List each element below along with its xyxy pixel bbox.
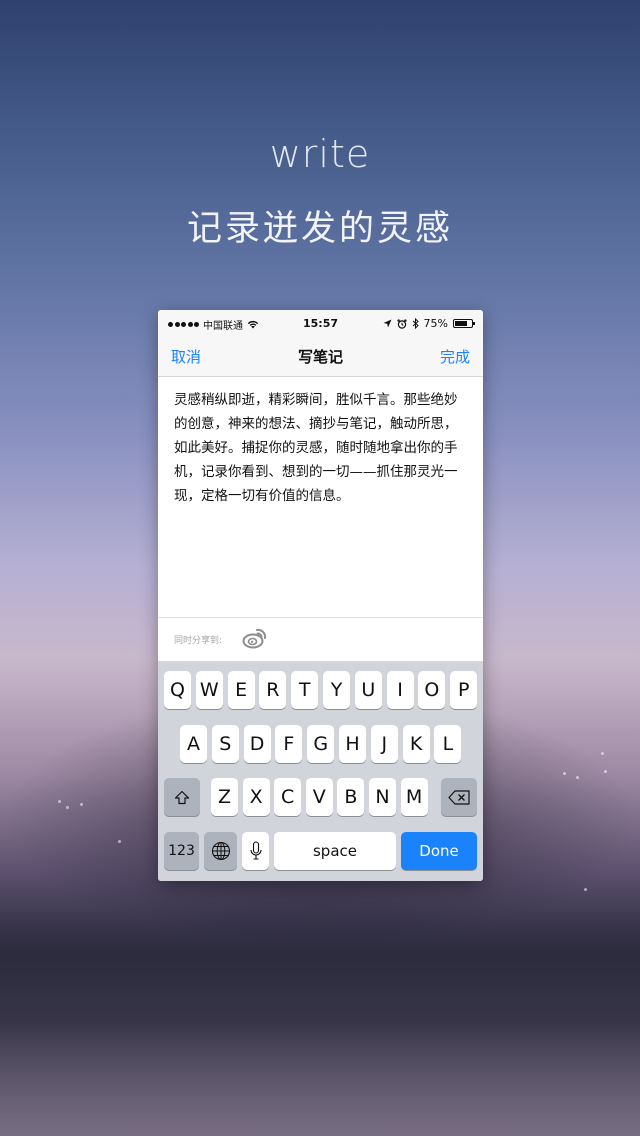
key-n[interactable]: N	[369, 778, 396, 816]
microphone-key[interactable]	[242, 832, 269, 870]
hero-subtitle: 记录迸发的灵感	[186, 209, 453, 249]
page-title: 写笔记	[297, 348, 343, 366]
background-light-dot	[118, 840, 121, 843]
navigation-bar: 取消 写笔记 完成	[158, 336, 483, 377]
key-h[interactable]: H	[339, 725, 366, 763]
done-key[interactable]: Done	[401, 832, 477, 870]
shift-arrow-icon	[174, 790, 190, 804]
phone-screen: 中国联通 15:57 75% 取消 写笔记 完成 灵感稍纵即逝，精彩瞬间，胜似千…	[158, 310, 483, 881]
background-light-dot	[563, 772, 566, 775]
key-o[interactable]: O	[418, 671, 446, 709]
key-w[interactable]: W	[195, 671, 223, 709]
key-f[interactable]: F	[275, 725, 303, 763]
keyboard: QWERTYUIOP ASDFGHJKL ZXCVBNM 123 space D…	[158, 661, 483, 881]
background-light-dot	[576, 776, 579, 779]
key-k[interactable]: K	[402, 725, 430, 763]
key-p[interactable]: P	[450, 671, 478, 709]
battery-icon	[453, 319, 475, 328]
status-bar: 中国联通 15:57 75%	[158, 310, 483, 336]
key-y[interactable]: Y	[323, 671, 350, 709]
key-i[interactable]: I	[386, 671, 414, 709]
background-light-dot	[584, 888, 587, 891]
shift-key[interactable]	[164, 778, 200, 816]
key-e[interactable]: E	[227, 671, 255, 709]
battery-percentage: 75%	[423, 317, 448, 330]
space-key[interactable]: space	[274, 832, 396, 870]
key-u[interactable]: U	[354, 671, 382, 709]
key-d[interactable]: D	[243, 725, 271, 763]
share-row: 同时分享到:	[158, 617, 483, 662]
battery-level-fill	[455, 321, 467, 326]
weibo-icon[interactable]	[242, 626, 268, 650]
note-text-area[interactable]: 灵感稍纵即逝，精彩瞬间，胜似千言。那些绝妙的创意，神来的想法、摘抄与笔记，触动所…	[174, 388, 470, 508]
key-b[interactable]: B	[337, 778, 365, 816]
finish-button[interactable]: 完成	[440, 346, 470, 367]
location-arrow-icon	[383, 319, 392, 328]
key-j[interactable]: J	[370, 725, 398, 763]
key-z[interactable]: Z	[211, 778, 238, 816]
alarm-clock-icon	[396, 318, 407, 329]
background-water-reflection	[0, 930, 640, 1136]
key-s[interactable]: S	[211, 725, 239, 763]
microphone-icon	[249, 841, 262, 860]
numbers-key[interactable]: 123	[164, 832, 199, 870]
background-light-dot	[66, 806, 69, 809]
key-a[interactable]: A	[180, 725, 207, 763]
key-r[interactable]: R	[259, 671, 287, 709]
key-x[interactable]: X	[242, 778, 270, 816]
key-l[interactable]: L	[434, 725, 462, 763]
hero-title: write	[269, 132, 371, 176]
key-m[interactable]: M	[400, 778, 428, 816]
bluetooth-icon	[412, 318, 419, 329]
key-q[interactable]: Q	[164, 671, 191, 709]
key-v[interactable]: V	[305, 778, 333, 816]
key-t[interactable]: T	[291, 671, 319, 709]
backspace-key[interactable]	[441, 778, 477, 816]
key-c[interactable]: C	[274, 778, 302, 816]
key-g[interactable]: G	[307, 725, 335, 763]
background-light-dot	[58, 800, 61, 803]
background-light-dot	[601, 752, 604, 755]
background-light-dot	[80, 803, 83, 806]
status-right: 75%	[383, 317, 475, 330]
globe-key[interactable]	[204, 832, 237, 870]
background-light-dot	[604, 770, 607, 773]
globe-icon	[211, 841, 230, 861]
delete-backward-icon	[448, 789, 470, 805]
share-label: 同时分享到:	[174, 636, 223, 646]
